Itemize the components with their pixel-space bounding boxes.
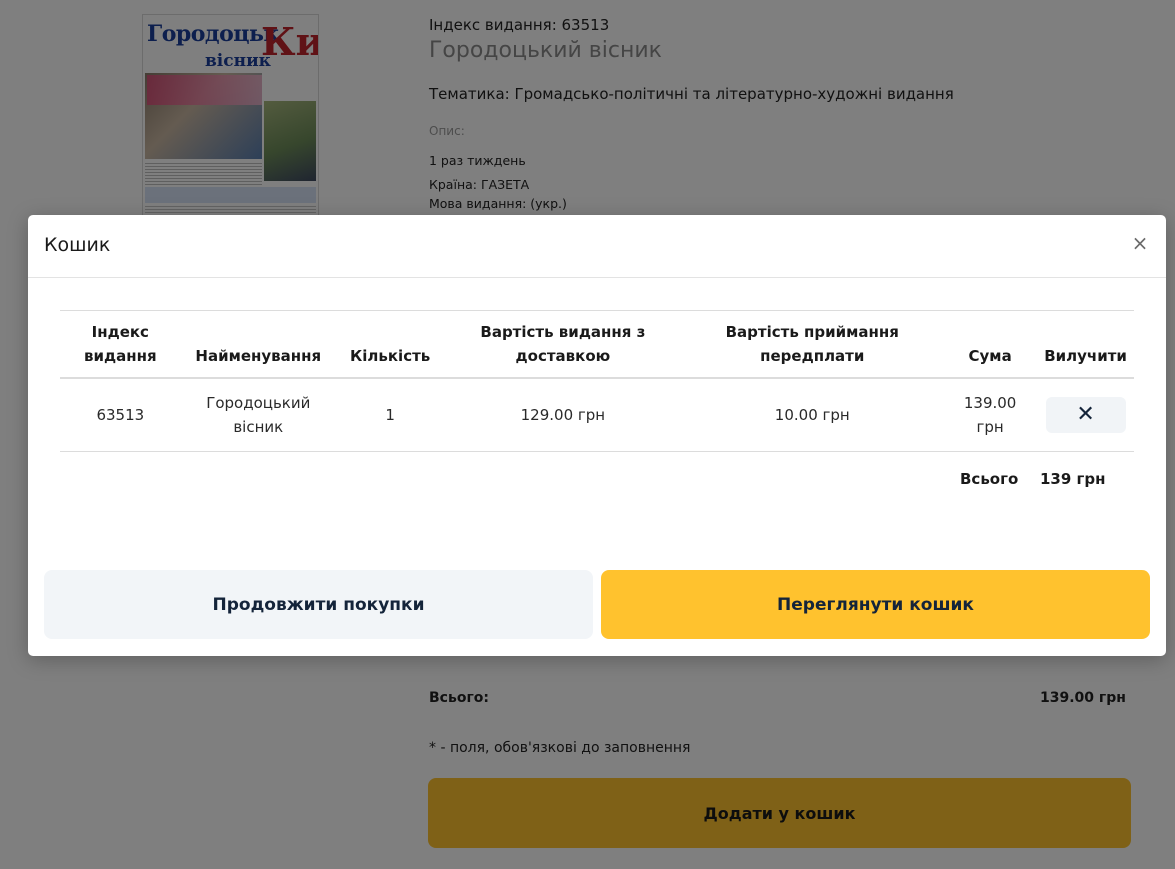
remove-item-icon[interactable]: ✕ [1045,397,1126,433]
cart-table: Індекс видання Найменування Кількість Ва… [60,310,1134,452]
modal-header: Кошик × [28,215,1166,278]
table-header-row: Індекс видання Найменування Кількість Ва… [60,310,1134,379]
cart-total-value: 139 грн [1040,470,1106,488]
cell-remove: ✕ [1037,378,1134,452]
cell-name: Городоцький вісник [180,378,336,452]
column-header-name: Найменування [180,310,336,379]
column-header-fee: Вартість приймання передплати [681,310,944,379]
close-icon[interactable]: × [1128,231,1152,255]
continue-shopping-button[interactable]: Продовжити покупки [44,570,593,639]
modal-title: Кошик [44,234,111,256]
column-header-quantity: Кількість [335,310,445,379]
cart-total-label: Всього [960,470,1019,488]
column-header-price: Вартість видання з доставкою [444,310,682,379]
cell-sum: 139.00 грн [943,378,1038,452]
view-cart-button[interactable]: Переглянути кошик [601,570,1150,639]
column-header-index: Індекс видання [60,310,181,379]
column-header-remove: Вилучити [1037,310,1134,379]
cart-modal: Кошик × Індекс видання Найменування Кіль… [28,215,1166,656]
cell-price: 129.00 грн [444,378,682,452]
cell-fee: 10.00 грн [681,378,944,452]
cell-index: 63513 [60,378,181,452]
table-row: 63513 Городоцький вісник 1 129.00 грн 10… [60,378,1134,452]
column-header-sum: Сума [943,310,1038,379]
cell-quantity: 1 [335,378,445,452]
